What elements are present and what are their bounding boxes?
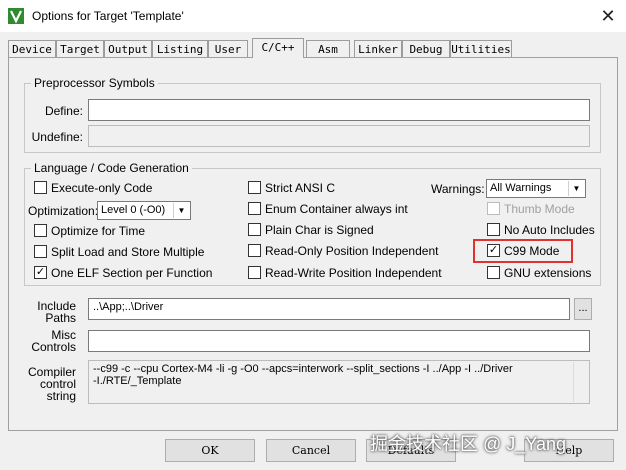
tab-utilities[interactable]: Utilities — [450, 40, 512, 57]
split-load-label: Split Load and Store Multiple — [51, 245, 205, 259]
ro-position-checkbox[interactable] — [248, 244, 261, 257]
chevron-down-icon: ▼ — [568, 181, 584, 196]
keil-app-icon — [8, 8, 24, 24]
ro-position-label: Read-Only Position Independent — [265, 244, 439, 258]
enum-container-checkbox[interactable] — [248, 202, 261, 215]
tab-target[interactable]: Target — [56, 40, 104, 57]
cancel-button[interactable]: Cancel — [266, 439, 356, 462]
tab-output[interactable]: Output — [104, 40, 152, 57]
execute-only-checkbox[interactable] — [34, 181, 47, 194]
plain-char-label: Plain Char is Signed — [265, 223, 374, 237]
no-auto-includes-checkbox[interactable] — [487, 223, 500, 236]
rw-position-label: Read-Write Position Independent — [265, 266, 442, 280]
gnu-extensions-label: GNU extensions — [504, 266, 592, 280]
strict-ansi-label: Strict ANSI C — [265, 181, 336, 195]
split-load-checkbox[interactable] — [34, 245, 47, 258]
compiler-control-textbox[interactable]: --c99 -c --cpu Cortex-M4 -li -g -O0 --ap… — [88, 360, 590, 404]
c99-mode-checkbox[interactable]: ✓ — [487, 244, 500, 257]
undefine-input[interactable] — [88, 125, 590, 147]
optimize-time-checkbox[interactable] — [34, 224, 47, 237]
tab-debug[interactable]: Debug — [402, 40, 450, 57]
window-title: Options for Target 'Template' — [32, 9, 184, 23]
warnings-value: All Warnings — [490, 182, 552, 194]
thumb-mode-label: Thumb Mode — [504, 202, 575, 216]
no-auto-includes-label: No Auto Includes — [504, 223, 595, 237]
language-group-title: Language / Code Generation — [31, 161, 192, 175]
chevron-down-icon: ▼ — [173, 203, 189, 218]
c99-mode-label: C99 Mode — [504, 244, 560, 258]
optimization-dropdown[interactable]: Level 0 (-O0) ▼ — [97, 201, 191, 220]
compiler-control-line1: --c99 -c --cpu Cortex-M4 -li -g -O0 --ap… — [93, 363, 513, 375]
optimization-label: Optimization: — [28, 204, 99, 218]
compiler-control-label-line3: string — [46, 389, 76, 403]
tab-user[interactable]: User — [208, 40, 248, 57]
strict-ansi-checkbox[interactable] — [248, 181, 261, 194]
optimize-time-label: Optimize for Time — [51, 224, 146, 238]
site-watermark: 掘金技术社区 @ J_Yang — [370, 434, 566, 454]
include-paths-browse-button[interactable]: ... — [574, 298, 592, 320]
enum-container-label: Enum Container always int — [265, 202, 408, 216]
one-elf-label: One ELF Section per Function — [51, 266, 213, 280]
warnings-dropdown[interactable]: All Warnings ▼ — [486, 179, 586, 198]
execute-only-label: Execute-only Code — [51, 181, 153, 195]
compiler-control-scrollbar[interactable] — [573, 362, 588, 402]
warnings-label: Warnings: — [431, 182, 485, 196]
optimization-value: Level 0 (-O0) — [101, 204, 166, 216]
compiler-control-line2: -I./RTE/_Template — [93, 375, 182, 387]
rw-position-checkbox[interactable] — [248, 266, 261, 279]
include-paths-label-line2: Paths — [45, 311, 76, 325]
tab-linker[interactable]: Linker — [354, 40, 402, 57]
ok-button[interactable]: OK — [165, 439, 255, 462]
include-paths-label: Include Paths — [26, 300, 76, 324]
plain-char-checkbox[interactable] — [248, 223, 261, 236]
include-paths-input[interactable]: ..\App;..\Driver — [88, 298, 570, 320]
tab-c-cpp[interactable]: C/C++ — [252, 38, 304, 58]
one-elf-checkbox[interactable]: ✓ — [34, 266, 47, 279]
undefine-label: Undefine: — [31, 130, 83, 144]
misc-controls-label: Misc Controls — [26, 329, 76, 353]
tab-listing[interactable]: Listing — [152, 40, 208, 57]
gnu-extensions-checkbox[interactable] — [487, 266, 500, 279]
define-input[interactable] — [88, 99, 590, 121]
tab-device[interactable]: Device — [8, 40, 56, 57]
preprocessor-group-title: Preprocessor Symbols — [31, 76, 158, 90]
compiler-control-label: Compiler control string — [26, 366, 76, 402]
misc-controls-input[interactable] — [88, 330, 590, 352]
misc-controls-label-line2: Controls — [31, 340, 76, 354]
close-icon[interactable]: ✕ — [594, 4, 622, 28]
tab-asm[interactable]: Asm — [306, 40, 350, 57]
define-label: Define: — [44, 104, 83, 118]
thumb-mode-checkbox[interactable] — [487, 202, 500, 215]
